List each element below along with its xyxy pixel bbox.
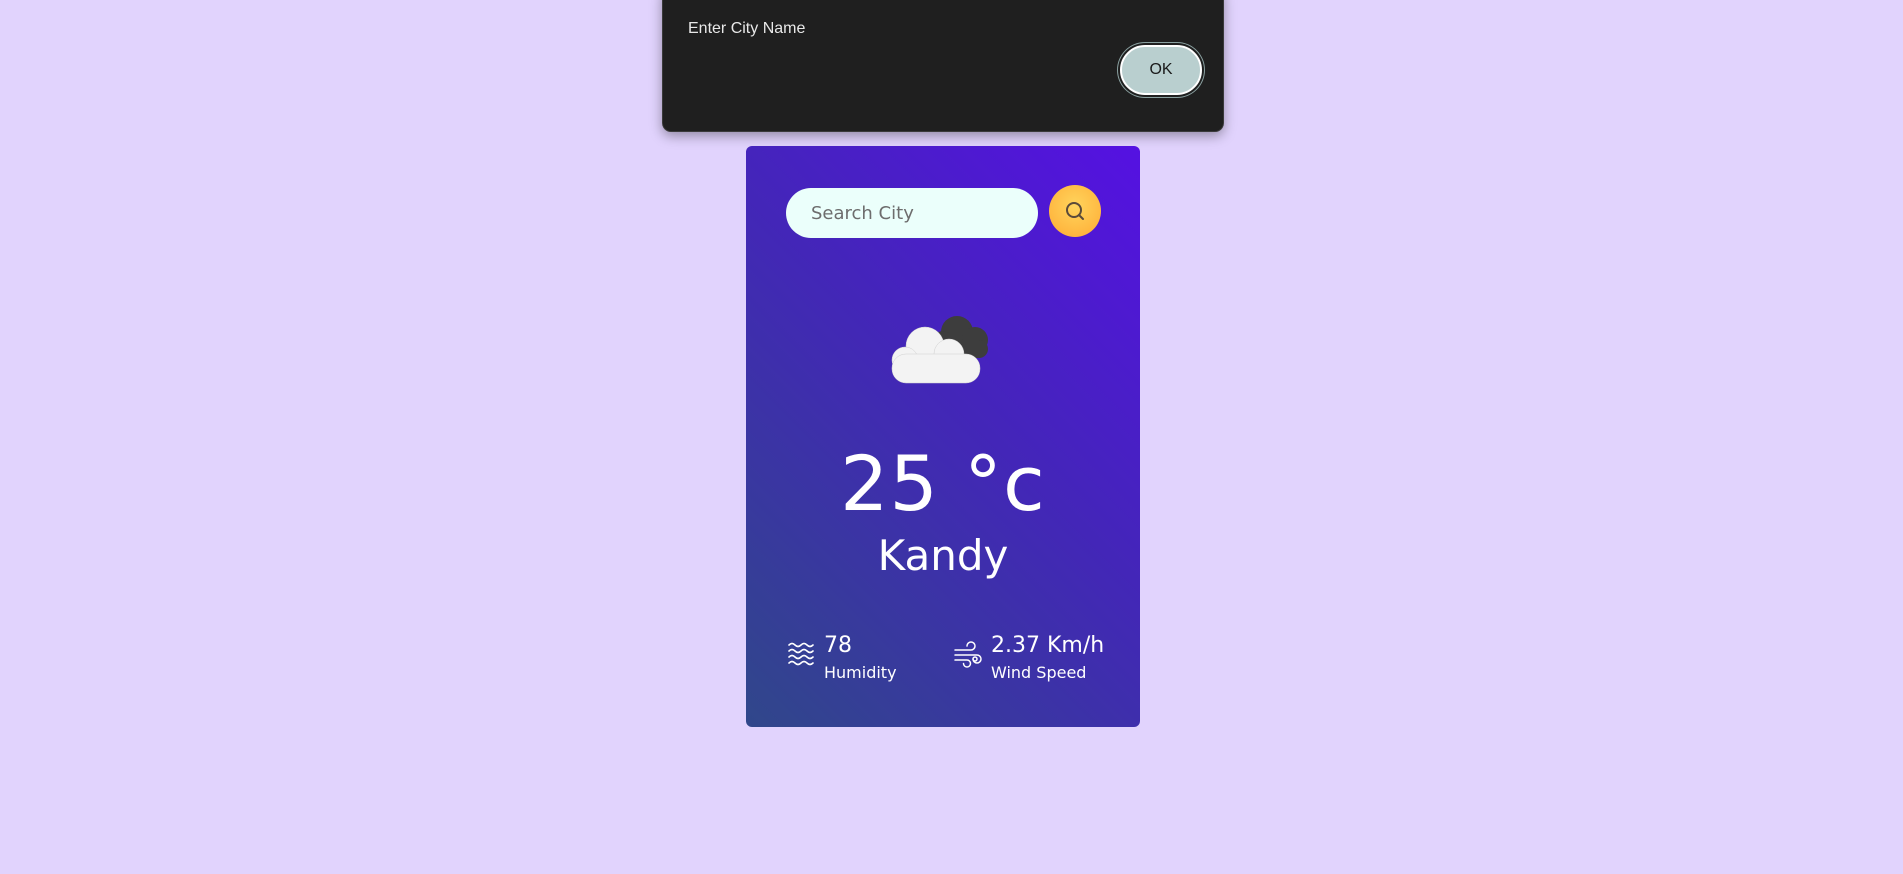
search-icon bbox=[1066, 202, 1084, 220]
weather-card: 25 °c Kandy 78 Humidity 2.37 Km/h bbox=[746, 146, 1140, 727]
city-name: Kandy bbox=[877, 531, 1009, 580]
wind-speed-value: 2.37 Km/h bbox=[991, 633, 1105, 658]
search-input[interactable] bbox=[786, 188, 1038, 238]
wind-detail: 2.37 Km/h Wind Speed bbox=[953, 632, 1104, 684]
temperature: 25 °c bbox=[840, 439, 1046, 528]
humidity-value: 78 bbox=[824, 633, 852, 658]
humidity-icon bbox=[788, 642, 814, 666]
alert-dialog: Enter City Name OK bbox=[662, 0, 1224, 132]
search-button[interactable] bbox=[1049, 185, 1101, 237]
humidity-label: Humidity bbox=[824, 663, 897, 682]
clouds-icon bbox=[891, 316, 988, 384]
dialog-message: Enter City Name bbox=[688, 20, 806, 37]
wind-icon bbox=[954, 641, 982, 668]
humidity-detail: 78 Humidity bbox=[786, 632, 897, 684]
ok-button[interactable]: OK bbox=[1120, 45, 1202, 95]
wind-speed-label: Wind Speed bbox=[991, 663, 1087, 682]
